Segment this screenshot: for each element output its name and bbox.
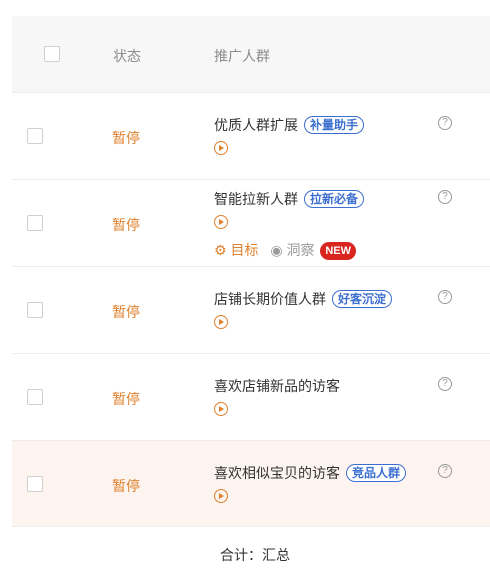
audience-name: 优质人群扩展 补量助手: [214, 115, 365, 135]
row-checkbox[interactable]: [27, 128, 43, 144]
audience-name-text: 优质人群扩展: [214, 117, 298, 133]
status-label[interactable]: 暂停: [112, 215, 140, 235]
play-circle-icon[interactable]: [214, 315, 228, 329]
insight-link[interactable]: ◉ 洞察: [270, 242, 318, 258]
row-tools: ⚙ 目标 ◉ 洞察 NEW: [214, 240, 357, 260]
table-header: 状态 推广人群: [12, 16, 490, 92]
audience-tag: 补量助手: [304, 116, 365, 134]
audience-name-text: 店铺长期价值人群: [214, 291, 326, 307]
audience-column-header: 推广人群: [214, 48, 270, 64]
audience-name: 喜欢相似宝贝的访客 竞品人群: [214, 463, 407, 483]
audience-tag: 拉新必备: [304, 190, 365, 208]
total-row: 合计：汇总: [12, 526, 490, 578]
audience-name: 喜欢店铺新品的访客: [214, 376, 340, 396]
row-checkbox[interactable]: [27, 389, 43, 405]
table-row: 暂停 喜欢店铺新品的访客 ?: [12, 353, 490, 440]
audience-name-text: 智能拉新人群: [214, 191, 298, 207]
status-label[interactable]: 暂停: [112, 302, 140, 322]
total-label: 合计：汇总: [220, 547, 290, 563]
select-all-checkbox[interactable]: [44, 46, 60, 62]
status-column-header: 状态: [113, 48, 141, 64]
audience-tag: 竞品人群: [346, 464, 407, 482]
play-circle-icon[interactable]: [214, 141, 228, 155]
audience-tag: 好客沉淀: [332, 290, 393, 308]
table-row: 暂停 优质人群扩展 补量助手 ?: [12, 92, 490, 179]
audience-name-text: 喜欢相似宝贝的访客: [214, 465, 340, 481]
goal-link[interactable]: ⚙ 目标: [214, 242, 262, 258]
help-circle-icon[interactable]: ?: [438, 290, 452, 304]
play-circle-icon[interactable]: [214, 489, 228, 503]
audience-name-text: 喜欢店铺新品的访客: [214, 378, 340, 394]
insight-label: 洞察: [286, 242, 315, 258]
audience-name: 智能拉新人群 拉新必备: [214, 189, 365, 209]
play-circle-icon[interactable]: [214, 215, 228, 229]
status-label[interactable]: 暂停: [112, 476, 140, 496]
gear-icon: ⚙: [214, 242, 227, 258]
row-checkbox[interactable]: [27, 215, 43, 231]
row-checkbox[interactable]: [27, 302, 43, 318]
status-label[interactable]: 暂停: [112, 128, 140, 148]
new-badge: NEW: [320, 242, 357, 260]
table-row: 暂停 喜欢相似宝贝的访客 竞品人群 ?: [12, 440, 490, 526]
help-circle-icon[interactable]: ?: [438, 464, 452, 478]
help-circle-icon[interactable]: ?: [438, 377, 452, 391]
audience-name: 店铺长期价值人群 好客沉淀: [214, 289, 393, 309]
help-circle-icon[interactable]: ?: [438, 116, 452, 130]
row-checkbox[interactable]: [27, 476, 43, 492]
eye-icon: ◉: [270, 242, 283, 258]
table-row: 暂停 智能拉新人群 拉新必备 ? ⚙ 目标 ◉ 洞察 NEW: [12, 179, 490, 266]
goal-label: 目标: [230, 242, 259, 258]
play-circle-icon[interactable]: [214, 402, 228, 416]
help-circle-icon[interactable]: ?: [438, 190, 452, 204]
table-row: 暂停 店铺长期价值人群 好客沉淀 ?: [12, 266, 490, 353]
status-label[interactable]: 暂停: [112, 389, 140, 409]
